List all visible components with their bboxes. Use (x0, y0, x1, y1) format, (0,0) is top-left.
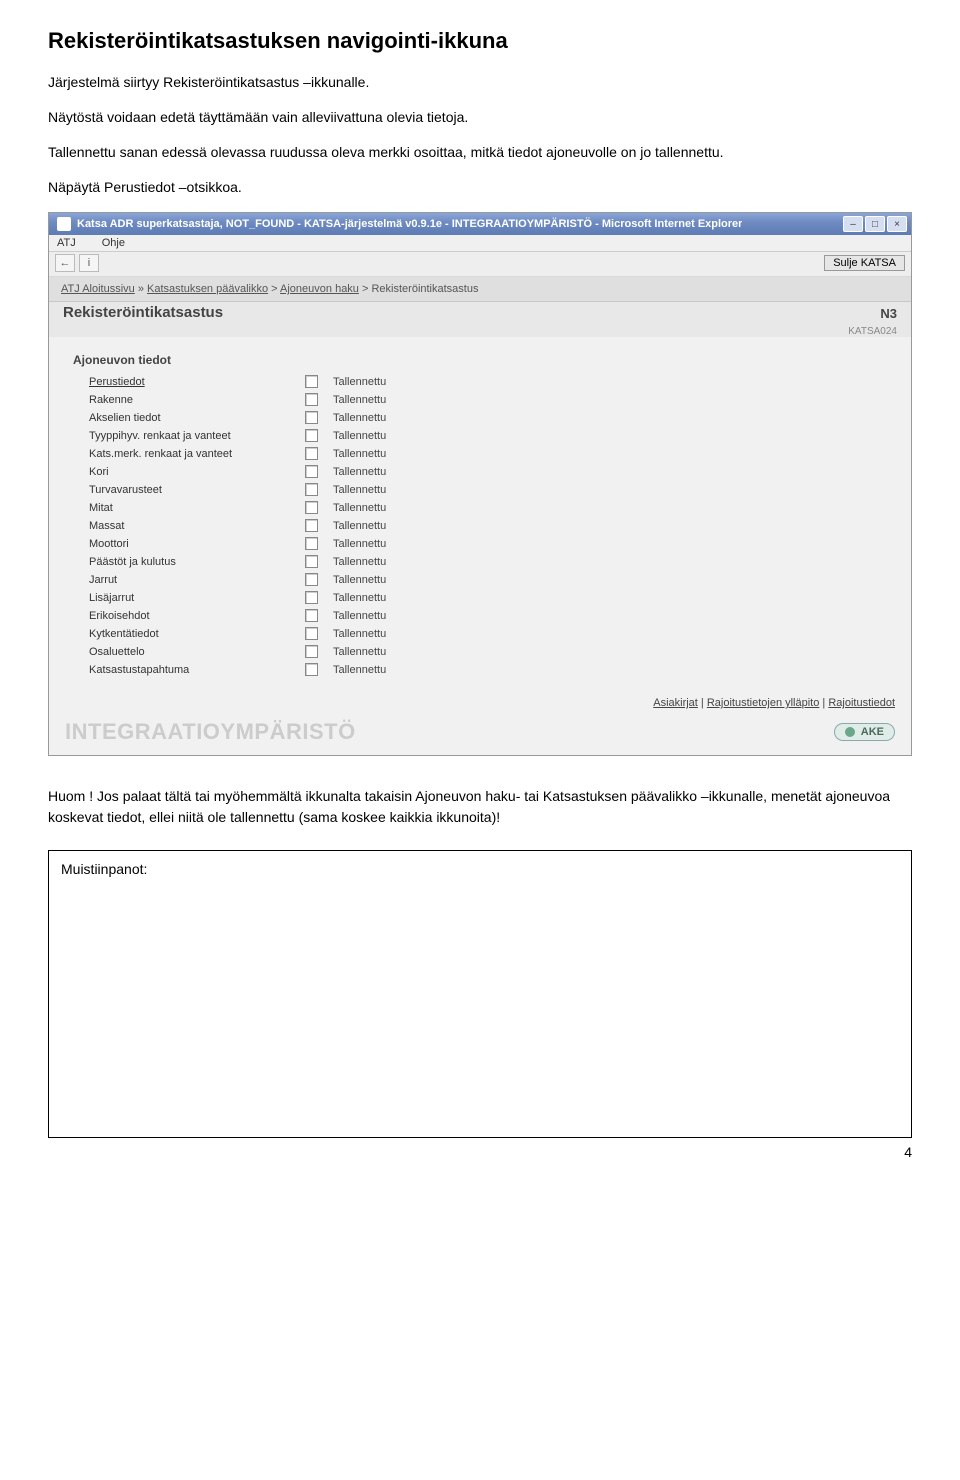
saved-checkbox[interactable] (305, 627, 318, 640)
row-label: Mitat (89, 499, 299, 517)
bottom-links: Asiakirjat | Rajoitustietojen ylläpito |… (49, 687, 911, 715)
notes-box: Muistiinpanot: (48, 850, 912, 1138)
doc-para-2: Näytöstä voidaan edetä täyttämään vain a… (48, 107, 912, 128)
saved-checkbox[interactable] (305, 663, 318, 676)
saved-checkbox[interactable] (305, 501, 318, 514)
row-status: Tallennettu (333, 589, 423, 607)
row-status: Tallennettu (333, 553, 423, 571)
row-status: Tallennettu (333, 607, 423, 625)
notes-label: Muistiinpanot: (61, 861, 147, 877)
row-status: Tallennettu (333, 391, 423, 409)
environment-watermark: INTEGRAATIOYMPÄRISTÖ (65, 719, 356, 745)
breadcrumb-main[interactable]: Katsastuksen päävalikko (147, 283, 268, 295)
doc-warning: Huom ! Jos palaat tältä tai myöhemmältä … (48, 786, 912, 828)
window-minimize-button[interactable]: – (843, 216, 863, 232)
row-label: Erikoisehdot (89, 607, 299, 625)
nav-back-button[interactable]: ← (55, 254, 75, 272)
row-label[interactable]: Perustiedot (89, 373, 299, 391)
app-window: Katsa ADR superkatsastaja, NOT_FOUND - K… (48, 212, 912, 756)
row-label: Turvavarusteet (89, 481, 299, 499)
saved-checkbox[interactable] (305, 393, 318, 406)
doc-title: Rekisteröintikatsastuksen navigointi-ikk… (48, 28, 912, 54)
saved-checkbox[interactable] (305, 645, 318, 658)
window-close-button[interactable]: × (887, 216, 907, 232)
window-title-bar: Katsa ADR superkatsastaja, NOT_FOUND - K… (49, 213, 911, 235)
page-number: 4 (48, 1144, 912, 1160)
breadcrumb: ATJ Aloitussivu » Katsastuksen päävalikk… (61, 283, 478, 295)
page-title: Rekisteröintikatsastus (63, 304, 223, 321)
row-label: Kytkentätiedot (89, 625, 299, 643)
breadcrumb-current: Rekisteröintikatsastus (371, 283, 478, 295)
breadcrumb-search[interactable]: Ajoneuvon haku (280, 283, 359, 295)
link-rajoitustiedot[interactable]: Rajoitustiedot (828, 697, 895, 709)
saved-checkbox[interactable] (305, 465, 318, 478)
page-code: KATSA024 (848, 326, 897, 337)
row-status: Tallennettu (333, 625, 423, 643)
row-label: Tyyppihyv. renkaat ja vanteet (89, 427, 299, 445)
row-label: Lisäjarrut (89, 589, 299, 607)
vehicle-info-table: Perustiedot Tallennettu Rakenne Tallennettu… (63, 373, 897, 685)
saved-checkbox[interactable] (305, 411, 318, 424)
window-maximize-button[interactable]: □ (865, 216, 885, 232)
window-title: Katsa ADR superkatsastaja, NOT_FOUND - K… (77, 218, 742, 230)
toolbar: ← i Sulje KATSA (49, 252, 911, 277)
saved-checkbox[interactable] (305, 555, 318, 568)
vehicle-class: N3 (880, 306, 897, 321)
row-label: Kats.merk. renkaat ja vanteet (89, 445, 299, 463)
menu-ohje[interactable]: Ohje (102, 237, 125, 249)
row-label: Osaluettelo (89, 643, 299, 661)
ake-logo-text: AKE (861, 726, 884, 738)
row-status: Tallennettu (333, 535, 423, 553)
saved-checkbox[interactable] (305, 573, 318, 586)
row-status: Tallennettu (333, 499, 423, 517)
link-asiakirjat[interactable]: Asiakirjat (653, 697, 698, 709)
saved-checkbox[interactable] (305, 591, 318, 604)
doc-para-3: Tallennettu sanan edessä olevassa ruudus… (48, 142, 912, 163)
section-heading: Ajoneuvon tiedot (63, 347, 897, 373)
row-status: Tallennettu (333, 463, 423, 481)
row-label: Massat (89, 517, 299, 535)
row-status: Tallennettu (333, 661, 423, 679)
saved-checkbox[interactable] (305, 519, 318, 532)
row-label: Päästöt ja kulutus (89, 553, 299, 571)
row-label: Akselien tiedot (89, 409, 299, 427)
saved-checkbox[interactable] (305, 447, 318, 460)
close-katsa-button[interactable]: Sulje KATSA (824, 255, 905, 271)
breadcrumb-home[interactable]: ATJ Aloitussivu (61, 283, 135, 295)
row-status: Tallennettu (333, 445, 423, 463)
row-status: Tallennettu (333, 517, 423, 535)
ake-logo-icon (845, 727, 855, 737)
ake-logo: AKE (834, 723, 895, 741)
row-label: Katsastustapahtuma (89, 661, 299, 679)
saved-checkbox[interactable] (305, 537, 318, 550)
content-area: Ajoneuvon tiedot Perustiedot Tallennettu R… (49, 337, 911, 687)
menu-atj[interactable]: ATJ (57, 237, 76, 249)
page-header: Rekisteröintikatsastus N3 (49, 302, 911, 325)
doc-para-1: Järjestelmä siirtyy Rekisteröintikatsast… (48, 72, 912, 93)
saved-checkbox[interactable] (305, 375, 318, 388)
row-label: Moottori (89, 535, 299, 553)
row-label: Jarrut (89, 571, 299, 589)
row-label: Rakenne (89, 391, 299, 409)
breadcrumb-row: ATJ Aloitussivu » Katsastuksen päävalikk… (49, 277, 911, 302)
row-status: Tallennettu (333, 427, 423, 445)
doc-para-4: Näpäytä Perustiedot –otsikkoa. (48, 177, 912, 198)
saved-checkbox[interactable] (305, 429, 318, 442)
saved-checkbox[interactable] (305, 483, 318, 496)
row-label: Kori (89, 463, 299, 481)
window-controls: – □ × (843, 216, 907, 232)
row-status: Tallennettu (333, 571, 423, 589)
saved-checkbox[interactable] (305, 609, 318, 622)
footer-row: INTEGRAATIOYMPÄRISTÖ AKE (49, 715, 911, 755)
row-status: Tallennettu (333, 481, 423, 499)
menu-bar: ATJ Ohje (49, 235, 911, 252)
row-status: Tallennettu (333, 373, 423, 391)
row-status: Tallennettu (333, 409, 423, 427)
row-status: Tallennettu (333, 643, 423, 661)
link-rajoitus-yllapito[interactable]: Rajoitustietojen ylläpito (707, 697, 820, 709)
nav-info-button[interactable]: i (79, 254, 99, 272)
ie-app-icon (57, 217, 71, 231)
